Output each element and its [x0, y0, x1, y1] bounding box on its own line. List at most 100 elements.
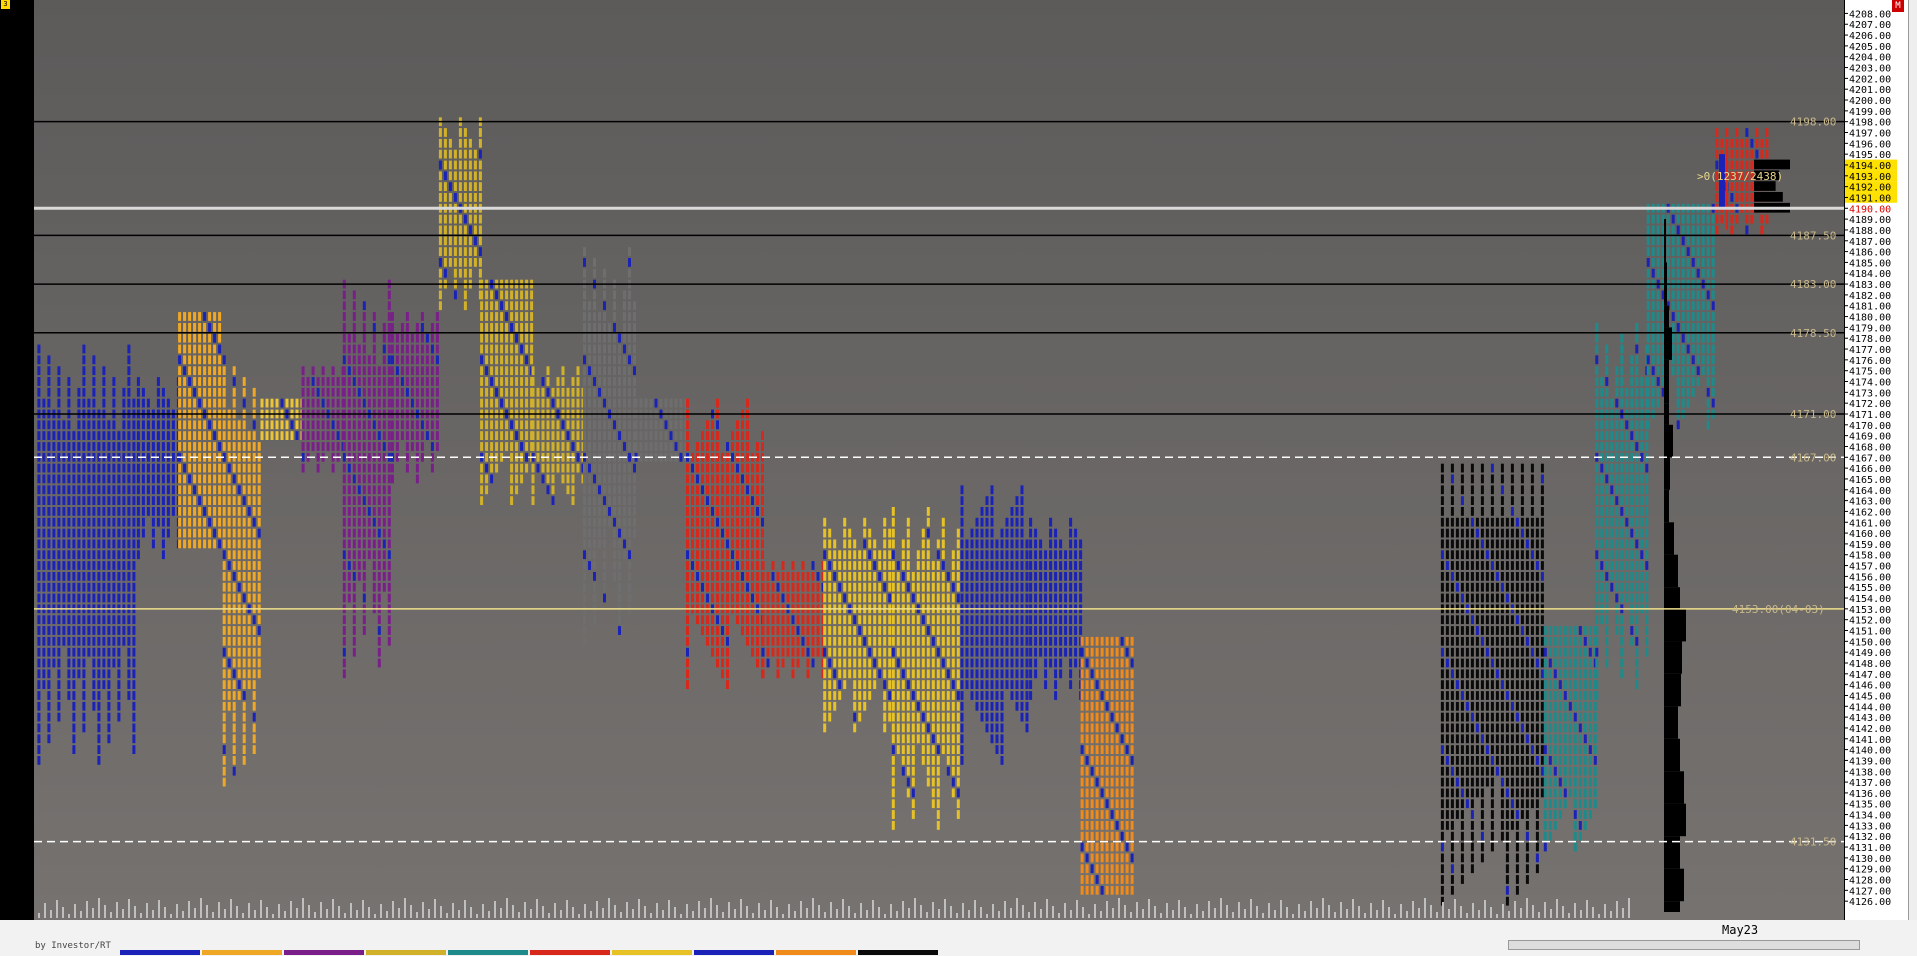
- tpo-letter: [721, 528, 724, 538]
- tpo-letter: [1515, 842, 1519, 852]
- tpo-letter: [1115, 658, 1119, 668]
- tpo-letter: [878, 626, 882, 635]
- tpo-letter: [62, 496, 66, 505]
- tpo-letter: [583, 366, 586, 376]
- tpo-letter: [1540, 561, 1544, 570]
- tpo-letter: [603, 344, 606, 354]
- tpo-letter: [1120, 788, 1124, 798]
- tpo-letter: [1100, 875, 1104, 884]
- tpo-letter: [112, 572, 116, 581]
- tpo-letter: [372, 550, 376, 560]
- tpo-letter: [468, 214, 472, 224]
- tpo-letter: [47, 517, 51, 527]
- tpo-letter: [112, 496, 116, 505]
- tpo-letter: [342, 539, 346, 549]
- tpo-letter: [102, 539, 106, 549]
- tpo-letter: [1540, 528, 1544, 538]
- tpo-letter: [1470, 658, 1474, 668]
- tpo-letter: [458, 268, 462, 278]
- tpo-letter: [598, 539, 601, 549]
- tpo-letter: [1450, 734, 1454, 744]
- tpo-letter: [331, 398, 335, 408]
- tpo-letter: [37, 517, 41, 527]
- tpo-letter: [1079, 550, 1083, 560]
- tpo-letter: [156, 431, 160, 440]
- tpo-letter: [67, 615, 71, 625]
- tpo-letter: [478, 193, 482, 202]
- tpo-letter: [1470, 626, 1474, 635]
- tpo-letter: [87, 582, 91, 592]
- tpo-letter: [430, 387, 434, 397]
- tpo-letter: [931, 669, 935, 679]
- tpo-letter: [178, 528, 182, 538]
- tpo-letter: [838, 680, 842, 689]
- tpo-letter: [888, 701, 892, 711]
- tpo-letter: [82, 485, 86, 495]
- tpo-letter: [1490, 496, 1494, 505]
- tpo-letter: [1105, 777, 1109, 787]
- tpo-letter: [132, 615, 136, 625]
- tpo-letter: [796, 593, 800, 603]
- tpo-letter: [520, 290, 524, 300]
- tpo-letter: [1010, 669, 1014, 679]
- tpo-letter: [357, 344, 361, 354]
- tpo-letter: [926, 712, 930, 722]
- tpo-letter: [946, 582, 950, 592]
- tpo-letter: [551, 387, 555, 397]
- tpo-letter: [921, 669, 925, 679]
- tpo-letter: [941, 712, 945, 722]
- tpo-letter: [1490, 799, 1494, 809]
- tpo-letter: [1480, 474, 1484, 484]
- market-profile-chart[interactable]: May23 by Investor/RT 3 M 4198.00 4187.50 4…: [0, 0, 1917, 956]
- tpo-letter: [956, 593, 960, 603]
- tpo-letter: [395, 442, 399, 451]
- tpo-letter: [1130, 864, 1134, 874]
- tpo-letter: [833, 647, 837, 657]
- tpo-letter: [1510, 777, 1514, 787]
- tpo-letter: [1000, 734, 1004, 744]
- tpo-letter: [97, 463, 101, 473]
- tpo-letter: [218, 507, 222, 516]
- tpo-letter: [1090, 853, 1094, 863]
- tpo-letter: [1130, 885, 1134, 895]
- tpo-letter: [252, 734, 256, 744]
- tpo-letter: [659, 420, 663, 430]
- tpo-letter: [603, 539, 606, 549]
- tpo-letter: [495, 387, 499, 397]
- tpo-letter: [117, 582, 121, 592]
- tpo-letter: [960, 561, 964, 570]
- tpo-letter: [1455, 593, 1459, 603]
- tpo-letter: [956, 647, 960, 657]
- tpo-letter: [618, 582, 621, 592]
- tpo-letter: [608, 485, 611, 495]
- tpo-letter: [1095, 777, 1099, 787]
- tpo-letter: [771, 626, 775, 635]
- tpo-letter: [891, 766, 895, 776]
- tpo-letter: [227, 615, 231, 625]
- tpo-letter: [183, 420, 187, 430]
- tpo-letter: [208, 398, 212, 408]
- tpo-letter: [823, 561, 827, 570]
- tpo-letter: [515, 290, 519, 300]
- tpo-letter: [536, 442, 540, 451]
- tpo-letter: [82, 431, 86, 440]
- tpo-letter: [1510, 550, 1514, 560]
- tpo-letter: [188, 517, 192, 527]
- tpo-letter: [1010, 626, 1014, 635]
- tpo-letter: [1095, 756, 1099, 765]
- tpo-letter: [608, 496, 611, 505]
- tpo-letter: [843, 528, 847, 538]
- tpo-letter: [232, 366, 236, 376]
- tpo-letter: [92, 701, 96, 711]
- tpo-letter: [751, 636, 754, 646]
- tpo-letter: [1470, 691, 1474, 700]
- tpo-letter: [52, 593, 56, 603]
- tpo-letter: [921, 626, 925, 635]
- tpo-letter: [556, 387, 560, 397]
- tpo-letter: [242, 539, 246, 549]
- tpo-letter: [97, 517, 101, 527]
- tpo-letter: [583, 550, 586, 560]
- tpo-letter: [222, 528, 226, 538]
- tpo-letter: [623, 507, 626, 516]
- tpo-letter: [598, 507, 601, 516]
